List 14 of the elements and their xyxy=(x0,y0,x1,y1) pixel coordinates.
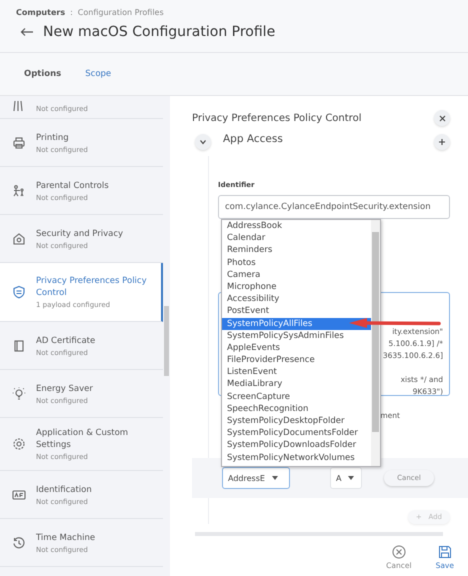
item-title: Application & Custom Settings xyxy=(36,427,130,451)
page-title: New macOS Configuration Profile xyxy=(43,24,276,40)
item-title: Privacy Preferences Policy Control xyxy=(36,275,148,299)
breadcrumb-current: Configuration Profiles xyxy=(78,8,164,17)
item-title: Energy Saver xyxy=(36,382,93,394)
panel-title: Privacy Preferences Policy Control xyxy=(192,112,362,124)
breadcrumb-separator: : xyxy=(70,8,73,17)
item-title: Parental Controls xyxy=(36,180,109,192)
item-title: Identification xyxy=(36,484,92,496)
item-title: Security and Privacy xyxy=(36,228,124,240)
item-title: Time Machine xyxy=(36,532,96,544)
section-title: App Access xyxy=(223,133,284,145)
item-title: Printing xyxy=(36,132,70,144)
item-title: AD Certificate xyxy=(36,334,96,346)
